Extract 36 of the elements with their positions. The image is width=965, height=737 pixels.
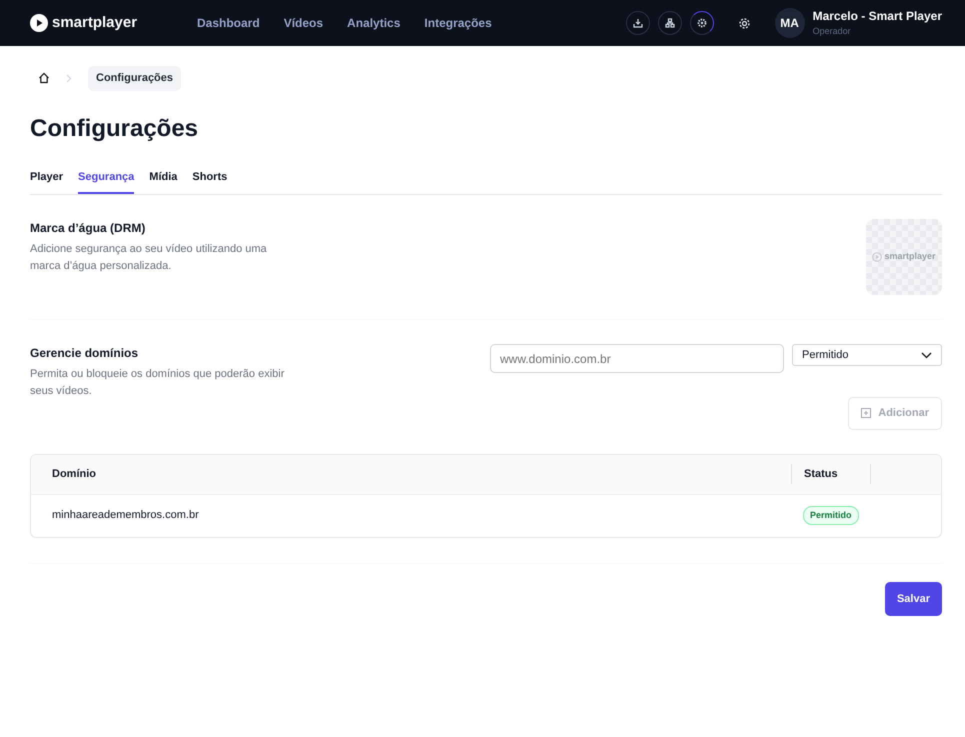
- tab[interactable]: Segurança: [78, 168, 134, 194]
- nav-link[interactable]: Integrações: [424, 14, 492, 32]
- tab[interactable]: Mídia: [149, 168, 178, 194]
- section-title: Marca d’água (DRM): [30, 220, 146, 237]
- domain-cell-text: minhaareademembros.com.br: [51, 508, 200, 524]
- nav-link[interactable]: Vídeos: [284, 14, 324, 32]
- domain-input[interactable]: www.dominio.com.br: [490, 344, 784, 373]
- watermark-text: smartplayer: [884, 250, 936, 264]
- section-description: Permita ou bloqueie os domínios que poderão exibir seus vídeos.: [30, 367, 286, 398]
- column-header: Status: [803, 466, 839, 482]
- home-icon[interactable]: [38, 72, 50, 84]
- logo-icon: [30, 14, 48, 32]
- nav-link[interactable]: Analytics: [347, 14, 400, 32]
- tab[interactable]: Shorts: [192, 168, 228, 194]
- chevron-down-icon: [921, 352, 932, 358]
- gear-icon[interactable]: [690, 11, 714, 35]
- status-badge: Permitido: [803, 506, 859, 526]
- download-icon[interactable]: [626, 11, 650, 35]
- sitemap-icon[interactable]: [658, 11, 682, 35]
- user-avatar[interactable]: MA: [774, 8, 805, 38]
- settings-icon[interactable]: [738, 16, 751, 30]
- logo-icon: [872, 252, 882, 262]
- status-select[interactable]: Permitido: [792, 344, 942, 366]
- user-name: Marcelo - Smart Player: [812, 8, 942, 26]
- brand-name[interactable]: smartplayer: [52, 12, 138, 34]
- nav-link[interactable]: Dashboard: [197, 14, 260, 32]
- plus-icon: [861, 408, 872, 418]
- save-button[interactable]: Salvar: [884, 582, 942, 616]
- breadcrumb-current[interactable]: Configurações: [88, 66, 182, 90]
- section-description: Adicione segurança ao seu vídeo utilizando uma marca d’água personalizada.: [30, 242, 268, 274]
- chevron-icon: [66, 74, 72, 83]
- tab[interactable]: Player: [30, 168, 64, 194]
- column-header: Domínio: [51, 466, 97, 482]
- page-title: Configurações: [30, 114, 200, 144]
- section-title: Gerencie domínios: [30, 345, 140, 362]
- user-role: Operador: [812, 25, 852, 38]
